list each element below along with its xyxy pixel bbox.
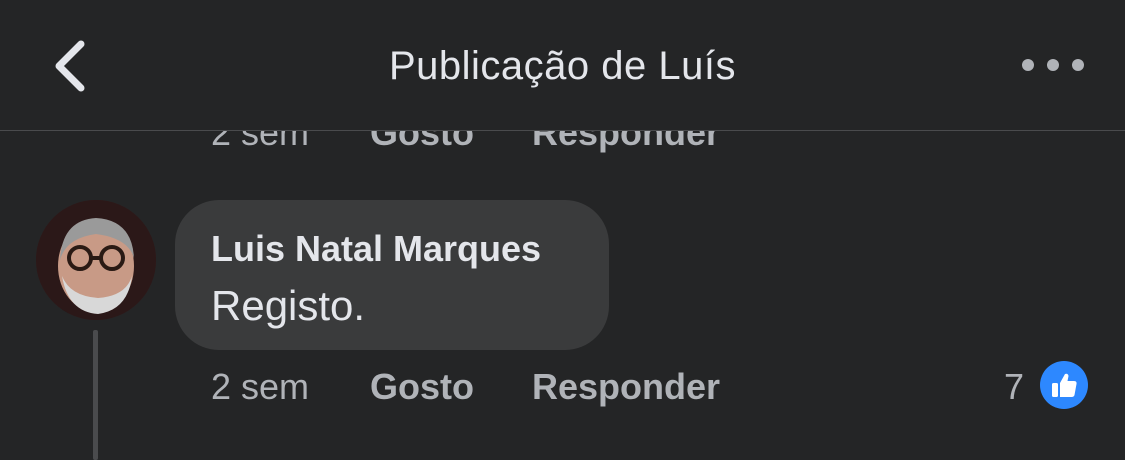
reply-button[interactable]: Responder (532, 366, 720, 408)
like-button[interactable]: Gosto (370, 366, 474, 408)
thread-line (93, 330, 98, 460)
more-options-button[interactable] (1022, 50, 1084, 80)
comment-text: Registo. (211, 282, 366, 329)
avatar-image (36, 200, 156, 320)
comment-author[interactable]: Luis Natal Marques (211, 228, 541, 270)
top-bar: Publicação de Luís (0, 0, 1125, 131)
thumbs-up-icon[interactable] (1040, 361, 1088, 409)
comment-bubble[interactable]: Luis Natal Marques Registo. (175, 200, 609, 350)
comment-time: 2 sem (211, 366, 310, 407)
page-title: Publicação de Luís (388, 44, 736, 88)
more-horizontal-icon (1022, 59, 1034, 71)
avatar[interactable] (36, 200, 156, 320)
reaction-count[interactable]: 7 (1004, 366, 1024, 408)
